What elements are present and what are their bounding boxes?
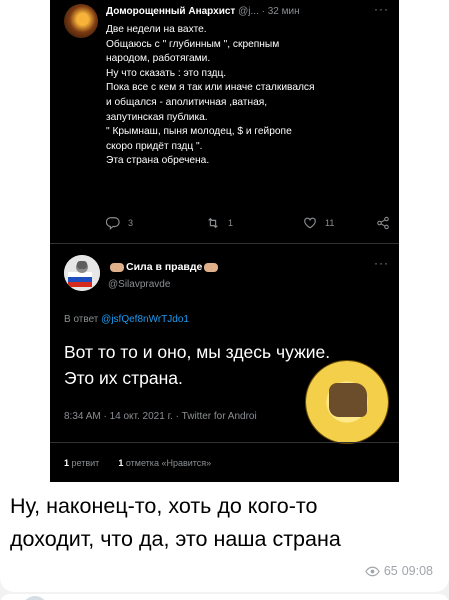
tweet2-author-name-text: Сила в правде [126,261,203,273]
like-label: отметка «Нравится» [125,458,212,468]
tweet1-header: Доморощенный Анархист @j... · 32 мин [106,6,300,17]
reply-to-line: В ответ @jsfQef8nWrTJdo1 [64,314,189,325]
tweet1-retweet-count: 1 [228,218,234,228]
tweet1-body: Две недели на вахте. Общаюсь с " глубинн… [106,23,391,169]
sticker-figure-icon [329,383,367,417]
view-count: 65 [383,564,398,578]
message-caption: Ну, наконец-то, хоть до кого-то доходит,… [10,490,440,556]
fist-emoji-icon [204,262,219,272]
tweet2-handle: @Silavpravde [108,279,171,290]
tweet-screenshot[interactable]: Доморощенный Анархист @j... · 32 мин ···… [50,0,399,482]
like-count: 1 [118,458,124,468]
tweet1-retweet-action: 1 [206,216,233,230]
retweet-label: ретвит [71,458,100,468]
tweet1-line: " Крымнаш, пыня молодец, $ и гейропе [106,126,292,138]
tweet1-line: скоро придёт пздц ". [106,140,203,152]
tweet1-share-action [376,216,390,230]
tweet1-time: · 32 мин [261,6,300,17]
heart-icon [304,217,316,229]
tweet2-meta: 8:34 AM · 14 окт. 2021 г. · Twitter for … [64,411,257,422]
stats-divider [50,442,399,443]
tweet1-like-count: 11 [325,218,335,228]
tweet1-reply-count: 3 [128,218,134,228]
caption-line: Ну, наконец-то, хоть до кого-то [10,494,318,518]
tweet-divider [50,243,399,244]
tweet1-author-name: Доморощенный Анархист [106,6,236,17]
tweet2-author-name: Сила в правде [108,261,220,273]
flag-fist-avatar-icon [64,255,100,291]
message-bubble: Доморощенный Анархист @j... · 32 мин ···… [0,0,449,592]
tweet1-line: народом, работягами. [106,53,211,65]
tweet1-line: и общался - аполитичная ,ватная, [106,96,268,108]
tweet1-more-icon: ··· [374,2,389,16]
reply-icon [106,217,120,230]
watermark-sticker [306,361,388,443]
tweet2-avatar [64,255,100,291]
tweet1-like-action: 11 [303,216,334,230]
eye-icon [365,566,380,576]
tweet1-line: Пока все с кем я так или иначе сталкивал… [106,82,315,94]
tweet2-stats: 1 ретвит 1 отметка «Нравится» [64,458,211,468]
reply-to-handle: @jsfQef8nWrTJdo1 [101,314,189,325]
tweet1-handle: @j... [238,6,259,17]
tweet1-line: Две недели на вахте. [106,24,207,35]
tweet1-line: Общаюсь с " глубинным ", скрепным [106,38,280,50]
tweet1-line: Ну что сказать : это пздц. [106,67,227,79]
next-message-bubble [0,594,449,600]
message-meta: 65 09:08 [365,564,433,578]
fist-emoji-icon [110,262,124,272]
tweet1-line: Эта страна обречена. [106,155,210,167]
tweet1-line: запутинская публика. [106,111,208,123]
retweet-icon [208,217,218,229]
caption-line: доходит, что да, это наша страна [10,527,341,551]
reply-to-prefix: В ответ [64,314,99,325]
tweet1-avatar [64,4,98,38]
tweet1-actions: 3 1 11 [106,216,391,234]
share-icon [377,216,389,230]
tweet2-more-icon: ··· [374,256,389,270]
message-time: 09:08 [401,564,433,578]
tweet1-reply-action: 3 [106,216,133,230]
retweet-count: 1 [64,458,70,468]
